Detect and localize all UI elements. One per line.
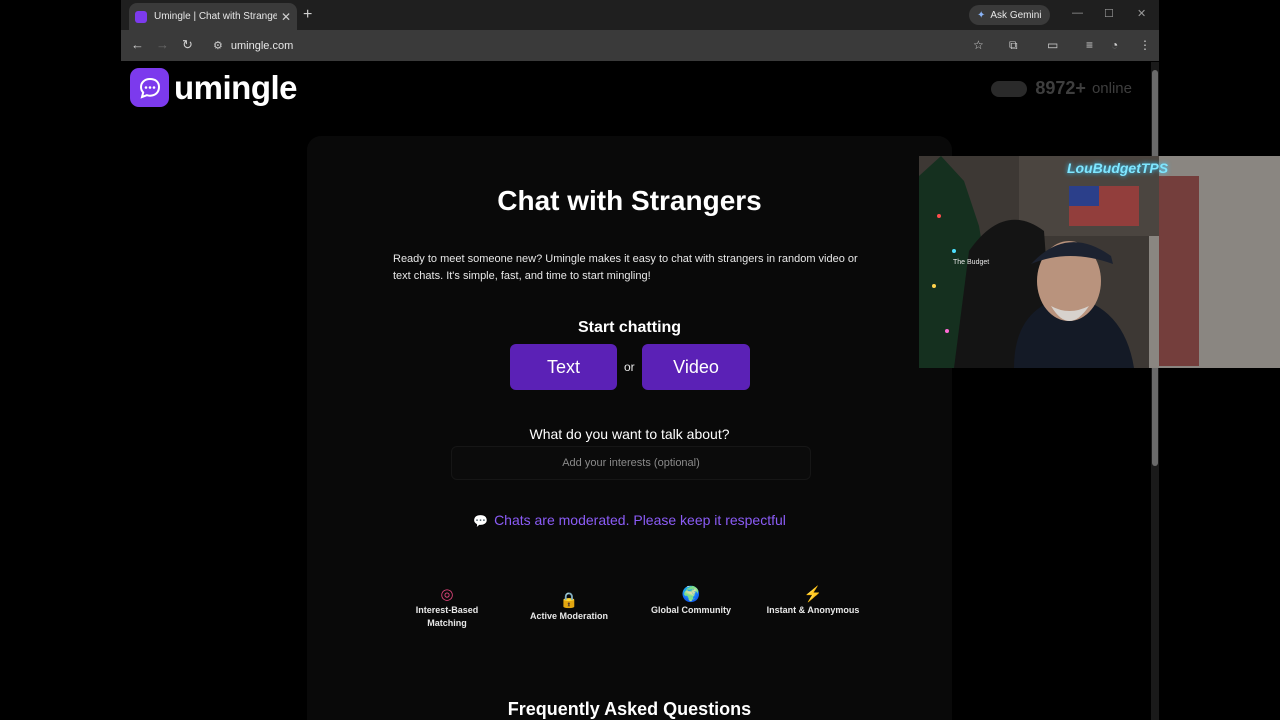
feature-label: Active Moderation: [529, 611, 608, 621]
url-text: umingle.com: [230, 39, 294, 52]
site-logo[interactable]: umingle: [130, 68, 298, 107]
back-icon[interactable]: ←: [131, 37, 144, 52]
logo-text: umingle: [174, 68, 298, 106]
neon-sign-text: LouBudgetTPS: [1067, 160, 1169, 176]
tab-bar: Umingle | Chat with Strangers i ✕ + ✦ As…: [121, 0, 1159, 30]
video-chat-button[interactable]: Video: [642, 344, 750, 390]
speech-bubble-icon: 💬: [473, 514, 489, 528]
online-count: 8972+: [1035, 78, 1086, 98]
site-favicon-icon: [135, 10, 147, 23]
chat-bubble-icon: [130, 68, 169, 107]
webcam-overlay: LouBudgetTPS The Budget: [919, 156, 1280, 368]
feature-interest-matching: ◎ Interest-Based Matching: [397, 586, 497, 630]
new-tab-icon[interactable]: +: [303, 6, 312, 24]
browser-toolbar: ← → ↻ ⚙ umingle.com ☆ ⧉ ▭ ≡ ◔ ⋮: [121, 30, 1159, 61]
gemini-sparkle-icon: ✦: [977, 9, 986, 21]
feature-instant-anonymous: ⚡ Instant & Anonymous: [763, 586, 863, 617]
globe-icon: 🌍: [681, 586, 701, 603]
window-close-icon[interactable]: ✕: [1137, 7, 1146, 20]
theme-toggle[interactable]: [991, 80, 1028, 97]
faq-heading: Frequently Asked Questions: [507, 699, 752, 719]
feature-label: Interest-Based Matching: [415, 605, 479, 628]
feature-active-moderation: 🔒 Active Moderation: [519, 592, 619, 623]
online-counter: 8972+ online: [991, 78, 1132, 99]
interests-heading: What do you want to talk about?: [529, 426, 730, 442]
feature-label: Global Community: [650, 605, 731, 615]
page-title: Chat with Strangers: [497, 185, 762, 216]
feature-label: Instant & Anonymous: [766, 605, 860, 615]
text-chat-button[interactable]: Text: [510, 344, 617, 390]
intro-text: Ready to meet someone new? Umingle makes…: [393, 253, 858, 282]
address-bar[interactable]: ⚙ umingle.com: [207, 34, 987, 57]
moderation-notice: 💬 Chats are moderated. Please keep it res…: [307, 512, 952, 528]
browser-tab[interactable]: Umingle | Chat with Strangers i ✕: [129, 3, 297, 30]
ask-gemini-label: Ask Gemini: [990, 9, 1042, 21]
budget-sign-text: The Budget: [953, 259, 990, 266]
media-control-icon[interactable]: ≡: [1086, 38, 1093, 52]
lightning-icon: ⚡: [803, 586, 823, 603]
reload-icon[interactable]: ↻: [182, 37, 193, 53]
moderation-text: Chats are moderated. Please keep it resp…: [494, 512, 786, 528]
online-label: online: [1091, 80, 1132, 97]
bookmark-star-icon[interactable]: ☆: [973, 38, 984, 52]
hero-card: Chat with Strangers Ready to meet someon…: [307, 136, 952, 720]
start-chatting-label: Start chatting: [577, 319, 682, 336]
maximize-icon[interactable]: ☐: [1104, 7, 1114, 20]
extensions-icon[interactable]: ⧉: [1009, 38, 1018, 53]
menu-dots-icon[interactable]: ⋮: [1139, 38, 1151, 52]
profile-icon[interactable]: ◔: [1111, 38, 1118, 52]
lock-icon: 🔒: [559, 592, 579, 609]
target-icon: ◎: [440, 586, 454, 603]
ask-gemini-button[interactable]: ✦ Ask Gemini: [969, 5, 1050, 25]
or-label: or: [624, 360, 635, 374]
tab-title: Umingle | Chat with Strangers i: [154, 11, 277, 22]
forward-icon[interactable]: →: [156, 37, 169, 52]
site-info-icon[interactable]: ⚙: [213, 39, 223, 52]
cast-icon[interactable]: ▭: [1047, 38, 1058, 52]
interests-input[interactable]: Add your interests (optional): [451, 446, 811, 480]
close-tab-icon[interactable]: ✕: [281, 10, 291, 24]
minimize-icon[interactable]: —: [1072, 7, 1083, 19]
feature-global-community: 🌍 Global Community: [641, 586, 741, 617]
